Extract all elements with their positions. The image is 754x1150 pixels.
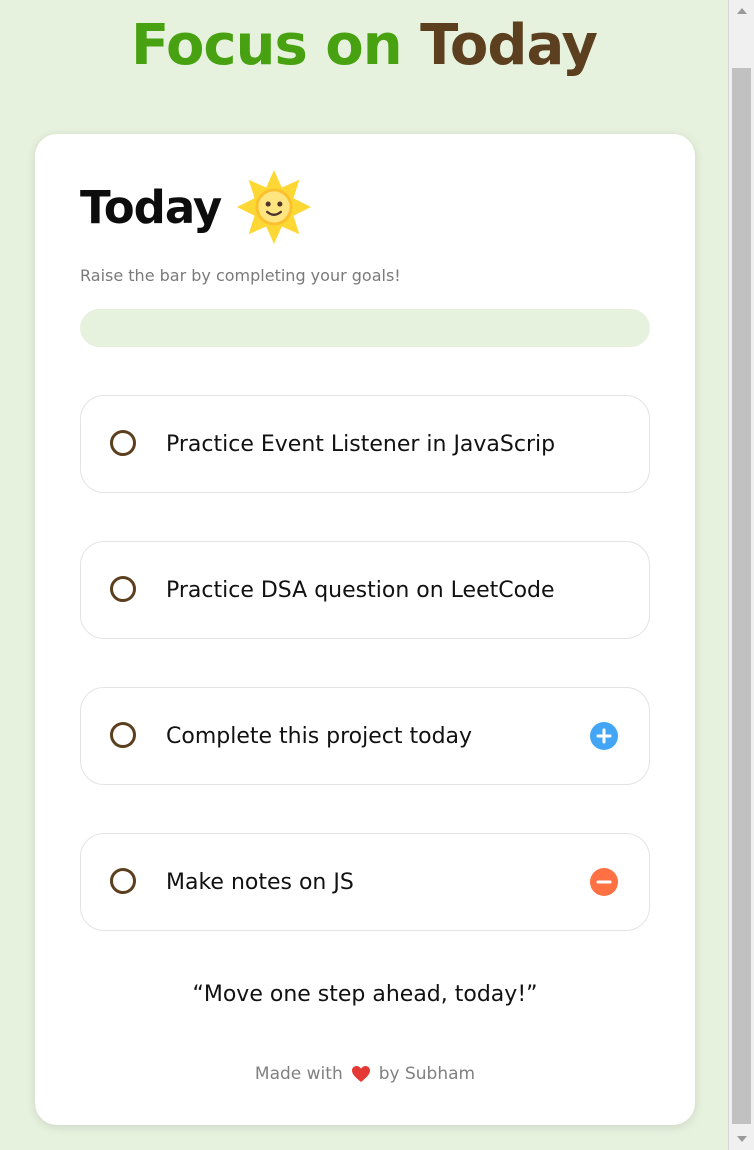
scrollbar[interactable] (728, 0, 754, 1150)
page-title: Focus on Today (0, 6, 728, 86)
card-heading: Today (80, 169, 313, 245)
scroll-up-arrow-icon[interactable] (737, 8, 747, 14)
motivational-quote: “Move one step ahead, today!” (192, 982, 538, 1007)
footer-made-with: Made with (254, 1064, 343, 1084)
progress-bar (80, 309, 650, 347)
goal-input[interactable] (166, 571, 586, 609)
goal-item (80, 541, 650, 639)
scroll-thumb[interactable] (732, 68, 751, 1124)
footer: Made with by Subham (35, 1064, 695, 1084)
goal-item (80, 833, 650, 931)
goal-input[interactable] (166, 863, 586, 901)
goal-checkbox[interactable] (110, 576, 136, 602)
goal-item (80, 687, 650, 785)
page-title-focus: Focus on (130, 13, 403, 78)
sun-icon (237, 169, 312, 245)
remove-icon[interactable] (590, 868, 618, 896)
heart-icon (351, 1066, 370, 1082)
goal-checkbox[interactable] (110, 722, 136, 748)
goal-input[interactable] (166, 425, 586, 463)
card-subtitle: Raise the bar by completing your goals! (80, 266, 401, 285)
page-title-today: Today (420, 13, 598, 78)
goal-checkbox[interactable] (110, 868, 136, 894)
add-icon[interactable] (590, 722, 618, 750)
goal-checkbox[interactable] (110, 430, 136, 456)
card-heading-text: Today (80, 180, 222, 234)
goal-list (80, 395, 650, 979)
footer-author: by Subham (378, 1064, 476, 1084)
scroll-down-arrow-icon[interactable] (737, 1136, 747, 1142)
goal-item (80, 395, 650, 493)
goal-input[interactable] (166, 717, 586, 755)
goals-card: Today Raise the bar by completing your g… (35, 134, 695, 1125)
